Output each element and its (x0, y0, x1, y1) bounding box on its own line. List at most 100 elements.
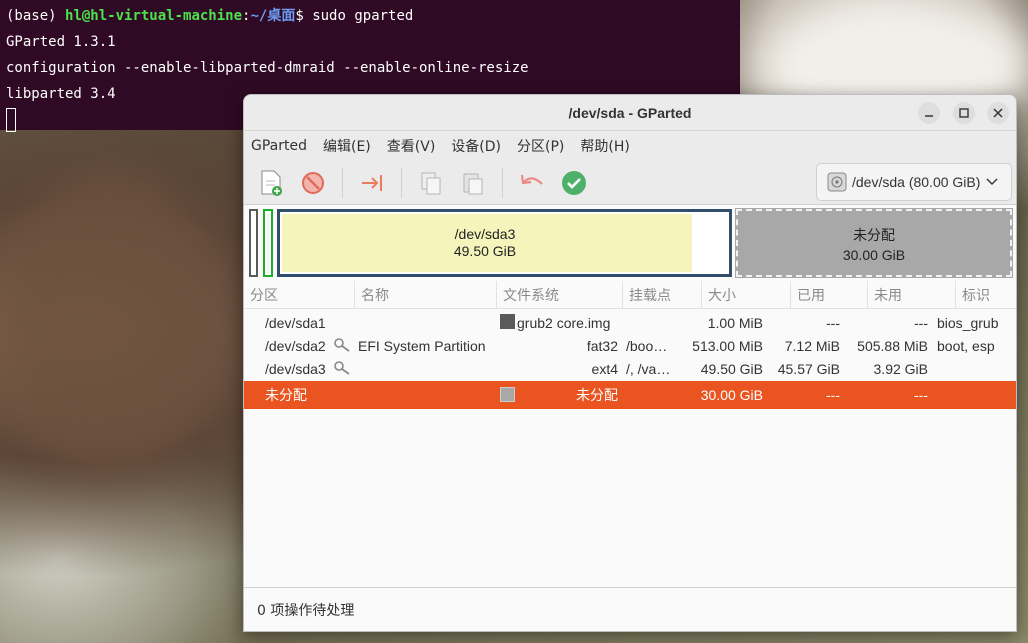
menu-device[interactable]: 设备(D) (451, 136, 501, 156)
table-header: 分区 名称 文件系统 挂载点 大小 已用 未用 标识 (244, 280, 1016, 309)
paste-icon (463, 173, 483, 194)
window-title: /dev/sda - GParted (568, 104, 692, 121)
disk-map: /dev/sda3 49.50 GiB 未分配 30.00 GiB (244, 205, 1016, 281)
terminal-output-line: GParted 1.3.1 (6, 34, 116, 50)
cell-partition: /dev/sda2 (265, 337, 326, 354)
column-header-flags[interactable]: 标识 (956, 281, 1016, 309)
undo-button[interactable] (517, 168, 547, 198)
cell-flags: boot, esp (937, 337, 995, 354)
toolbar-separator (401, 167, 402, 198)
prompt-path: ~/桌面 (250, 8, 296, 24)
cell-partition: /dev/sda1 (265, 314, 326, 331)
cell-size: 49.50 GiB (700, 360, 763, 377)
new-partition-button[interactable] (256, 168, 286, 198)
cell-name: EFI System Partition (358, 337, 486, 354)
menu-partition[interactable]: 分区(P) (517, 136, 564, 156)
unallocated-map-size: 30.00 GiB (842, 247, 906, 263)
apply-icon (562, 170, 586, 195)
delete-icon (302, 171, 324, 194)
status-bar: 0 项操作待处理 (244, 587, 1016, 631)
table-row-selected[interactable]: 未分配 未分配 30.00 GiB --- --- (244, 381, 1016, 409)
copy-icon (421, 172, 441, 194)
maximize-icon (959, 108, 969, 118)
menu-help[interactable]: 帮助(H) (580, 136, 629, 156)
column-header-unused[interactable]: 未用 (868, 280, 956, 309)
prompt-base: (base) (6, 8, 66, 24)
delete-button[interactable] (298, 168, 328, 198)
cell-filesystem: fat32 (586, 337, 618, 354)
menu-view[interactable]: 查看(V) (387, 136, 436, 156)
cell-unused: 3.92 GiB (873, 360, 928, 377)
unallocated-block[interactable]: 未分配 30.00 GiB (735, 208, 1013, 278)
table-row[interactable]: /dev/sda3 ext4 /, /va… 49.50 GiB 45.57 G… (244, 357, 1016, 380)
partition-sda3-block[interactable]: /dev/sda3 49.50 GiB (277, 209, 732, 277)
column-header-partition[interactable]: 分区 (244, 280, 355, 309)
cell-size: 30.00 GiB (700, 387, 763, 403)
undo-icon (520, 174, 543, 185)
menu-bar: GParted 编辑(E) 查看(V) 设备(D) 分区(P) 帮助(H) (244, 131, 1016, 161)
key-icon (334, 338, 350, 352)
cell-unused: --- (914, 314, 928, 331)
maximize-button[interactable] (953, 102, 975, 124)
partition-table: 分区 名称 文件系统 挂载点 大小 已用 未用 标识 /dev/sda1 gru… (244, 280, 1016, 409)
disk-icon (827, 172, 847, 192)
device-selector-label: /dev/sda (80.00 GiB) (852, 174, 981, 190)
terminal-command: sudo gparted (312, 8, 414, 24)
cell-filesystem: grub2 core.img (517, 314, 611, 331)
column-header-used[interactable]: 已用 (791, 280, 868, 309)
table-row[interactable]: /dev/sda1 grub2 core.img 1.00 MiB --- --… (244, 311, 1016, 334)
close-button[interactable] (987, 102, 1009, 124)
new-partition-icon (261, 170, 282, 196)
cell-used: --- (826, 387, 840, 403)
partition-sda2-block[interactable] (263, 209, 273, 277)
resize-move-icon (362, 174, 382, 191)
menu-gparted[interactable]: GParted (251, 138, 307, 154)
table-row[interactable]: /dev/sda2 EFI System Partition fat32 /bo… (244, 334, 1016, 357)
minimize-button[interactable] (918, 102, 940, 124)
close-icon (993, 108, 1003, 118)
cell-unused: --- (914, 387, 928, 403)
toolbar-separator (502, 167, 503, 198)
cell-filesystem: ext4 (591, 360, 618, 377)
gparted-window: /dev/sda - GParted GParted 编辑(E) 查看(V) 设… (243, 94, 1017, 632)
chevron-down-icon (986, 178, 998, 185)
cell-flags: bios_grub (937, 314, 999, 331)
prompt-dollar: $ (295, 8, 313, 24)
unallocated-map-label: 未分配 (853, 228, 895, 244)
cell-partition: 未分配 (265, 388, 307, 404)
background-shadow (0, 170, 220, 470)
key-icon (334, 361, 350, 375)
partition-sda1-block[interactable] (249, 209, 258, 277)
terminal-output-line: configuration --enable-libparted-dmraid … (6, 60, 529, 76)
pending-operations-status: 0 项操作待处理 (257, 602, 355, 619)
resize-move-button[interactable] (357, 168, 387, 198)
title-bar[interactable]: /dev/sda - GParted (244, 95, 1016, 131)
cell-used: 45.57 GiB (777, 360, 840, 377)
cell-mountpoint: /boo… (626, 337, 668, 354)
column-header-filesystem[interactable]: 文件系统 (497, 280, 623, 309)
cell-size: 1.00 MiB (707, 314, 763, 331)
apply-button[interactable] (559, 168, 589, 198)
minimize-icon (925, 115, 933, 117)
terminal-cursor (6, 108, 16, 132)
cell-mountpoint: /, /va… (626, 360, 671, 377)
paste-button[interactable] (458, 168, 488, 198)
filesystem-color-swatch (500, 314, 515, 329)
device-selector[interactable]: /dev/sda (80.00 GiB) (816, 163, 1012, 201)
cell-partition: /dev/sda3 (265, 360, 326, 377)
sda3-map-label: /dev/sda3 (454, 226, 516, 242)
cell-used: 7.12 MiB (784, 337, 840, 354)
cell-filesystem: 未分配 (576, 388, 618, 404)
toolbar-separator (342, 167, 343, 198)
column-header-name[interactable]: 名称 (355, 280, 497, 309)
menu-edit[interactable]: 编辑(E) (323, 136, 371, 156)
cell-size: 513.00 MiB (692, 337, 763, 354)
cell-used: --- (826, 314, 840, 331)
column-header-size[interactable]: 大小 (702, 280, 791, 309)
copy-button[interactable] (416, 168, 446, 198)
column-header-mountpoint[interactable]: 挂载点 (623, 280, 702, 309)
toolbar: /dev/sda (80.00 GiB) (244, 161, 1016, 205)
terminal-prompt-line: (base) hl@hl-virtual-machine:~/桌面$ sudo … (6, 3, 734, 29)
filesystem-color-swatch (500, 387, 515, 402)
sda3-map-size: 49.50 GiB (453, 243, 517, 259)
